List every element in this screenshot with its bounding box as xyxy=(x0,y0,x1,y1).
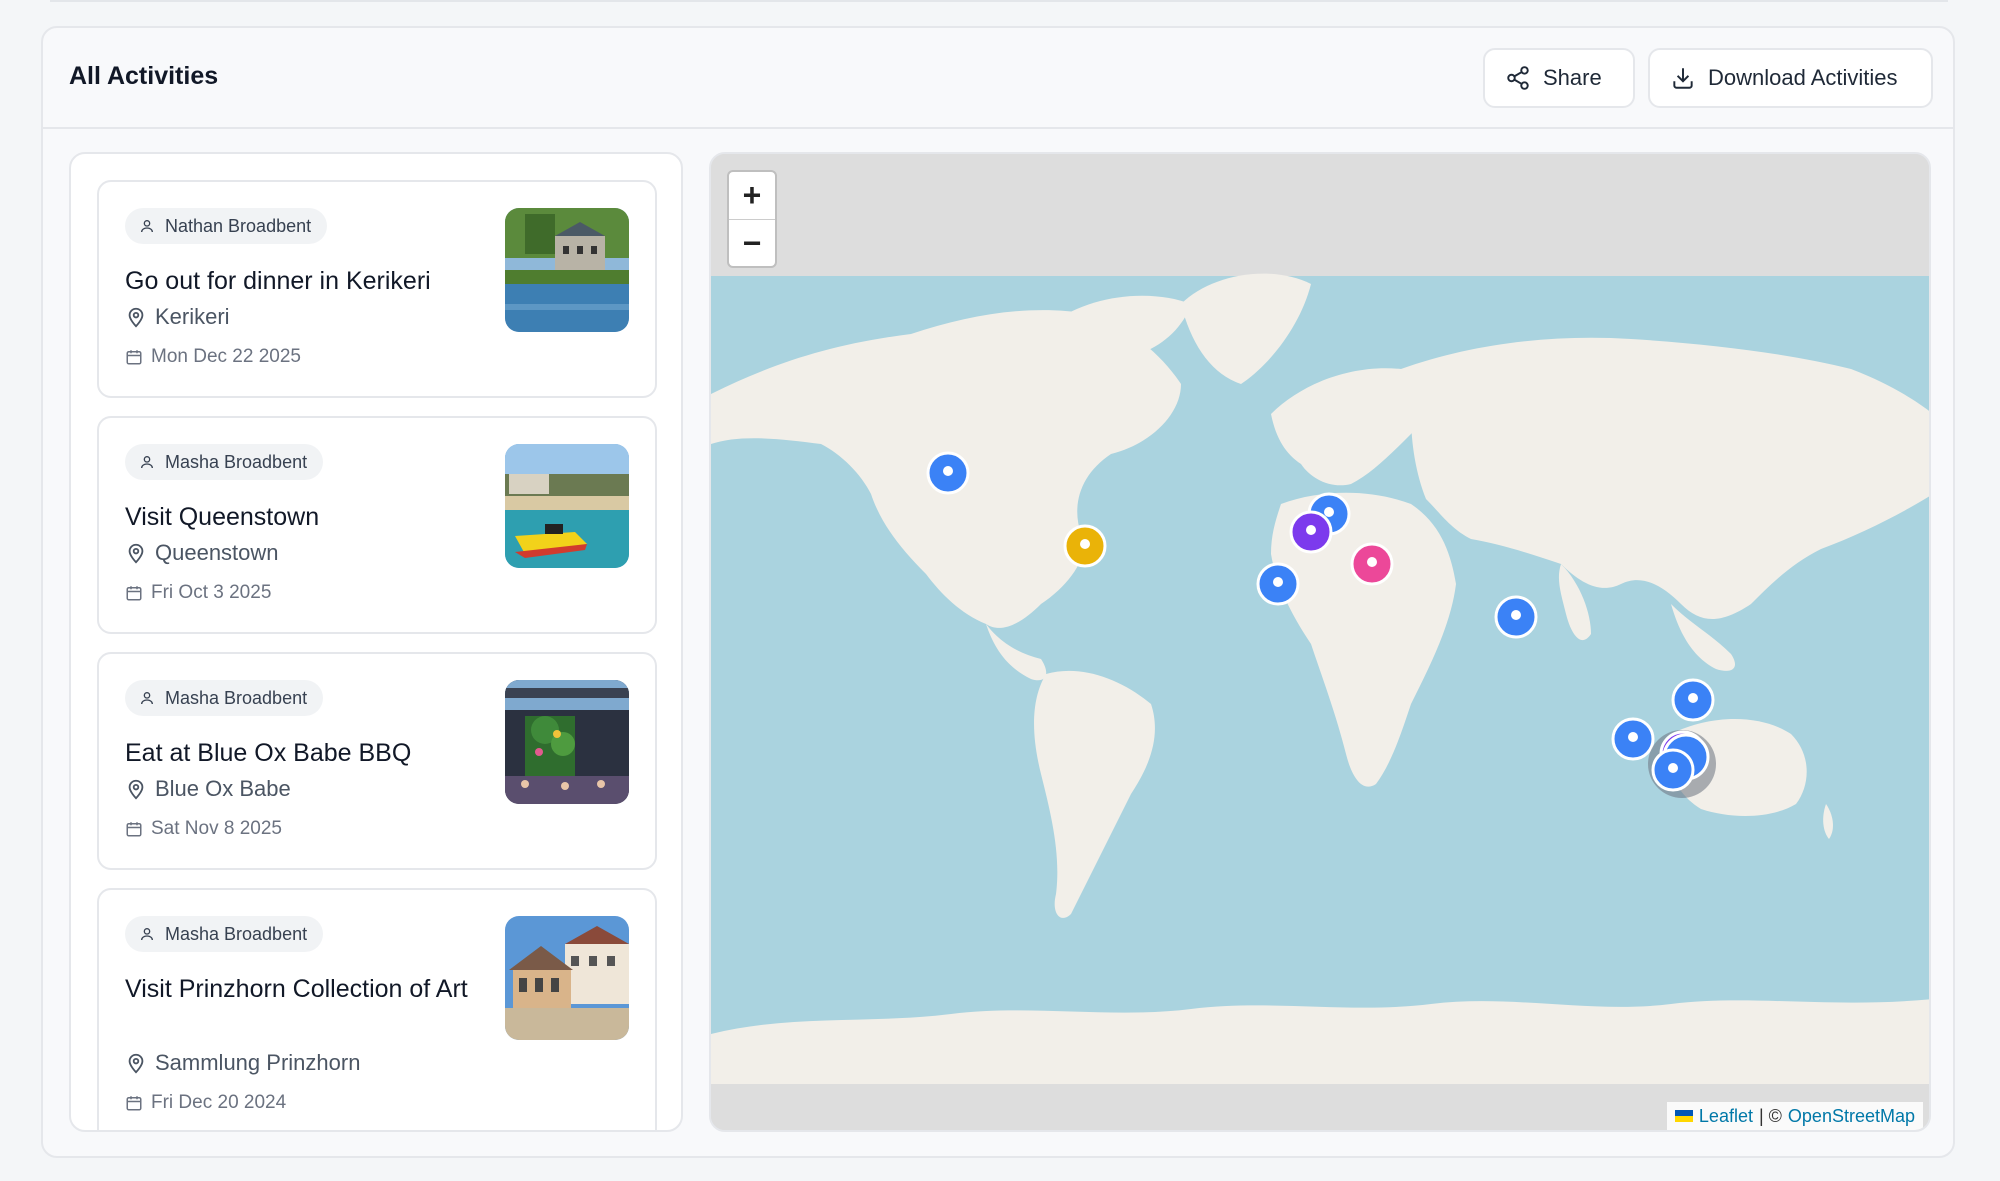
person-name: Masha Broadbent xyxy=(165,451,308,472)
page-title: All Activities xyxy=(69,62,219,90)
activity-card[interactable]: Nathan Broadbent Go out for dinner in Ke… xyxy=(97,180,657,398)
activities-map[interactable]: + − Leaflet | © OpenStreetMap xyxy=(709,152,1931,1132)
map-marker[interactable] xyxy=(1671,678,1715,722)
location-label: Sammlung Prinzhorn xyxy=(155,1050,361,1075)
map-marker[interactable] xyxy=(1063,524,1107,568)
user-icon xyxy=(141,692,153,705)
share-button[interactable]: Share xyxy=(1483,48,1635,108)
map-attribution: Leaflet | © OpenStreetMap xyxy=(1666,1102,1923,1130)
activity-date: Sat Nov 8 2025 xyxy=(125,818,282,840)
panel-header: All Activities Share Download Activities xyxy=(43,28,1953,129)
openstreetmap-link[interactable]: OpenStreetMap xyxy=(1788,1106,1915,1127)
map-marker[interactable] xyxy=(1494,595,1538,639)
map-marker[interactable] xyxy=(926,451,970,495)
activity-date: Fri Dec 20 2024 xyxy=(125,1092,286,1114)
person-name: Masha Broadbent xyxy=(165,687,308,708)
person-name: Nathan Broadbent xyxy=(165,215,312,236)
map-marker[interactable] xyxy=(1256,562,1300,606)
world-map[interactable] xyxy=(711,154,1931,1132)
person-badge: Masha Broadbent xyxy=(125,916,324,952)
marker-cluster[interactable] xyxy=(1648,730,1716,798)
person-name: Masha Broadbent xyxy=(165,923,308,944)
calendar-icon xyxy=(126,350,142,365)
top-divider xyxy=(50,0,1948,2)
user-icon xyxy=(141,456,153,469)
user-icon xyxy=(141,220,153,233)
calendar-icon xyxy=(126,586,142,601)
person-badge: Masha Broadbent xyxy=(125,444,324,480)
zoom-out-button[interactable]: − xyxy=(729,220,775,267)
activity-thumbnail xyxy=(505,208,629,332)
calendar-icon xyxy=(126,822,142,837)
download-activities-button[interactable]: Download Activities xyxy=(1648,48,1933,108)
date-label: Fri Dec 20 2024 xyxy=(151,1092,287,1113)
map-pin-icon xyxy=(128,307,144,328)
activity-location: Kerikeri xyxy=(125,304,230,330)
activity-location: Queenstown xyxy=(125,540,279,566)
activity-thumbnail xyxy=(505,444,629,568)
zoom-control: + − xyxy=(727,170,777,268)
attribution-separator: | © xyxy=(1758,1105,1782,1126)
activity-card[interactable]: Masha Broadbent Visit Queenstown Queenst… xyxy=(97,416,657,634)
activity-card[interactable]: Masha Broadbent Visit Prinzhorn Collecti… xyxy=(97,888,657,1130)
person-badge: Nathan Broadbent xyxy=(125,208,328,244)
location-label: Queenstown xyxy=(155,540,279,565)
date-label: Fri Oct 3 2025 xyxy=(151,582,272,603)
calendar-icon xyxy=(126,1096,142,1111)
share-icon xyxy=(1507,66,1529,90)
zoom-in-button[interactable]: + xyxy=(729,172,775,220)
download-icon xyxy=(1673,68,1693,89)
date-label: Sat Nov 8 2025 xyxy=(151,818,282,839)
map-pin-icon xyxy=(128,543,144,564)
map-pin-icon xyxy=(128,1053,144,1074)
download-label: Download Activities xyxy=(1708,65,1898,90)
activity-list: Nathan Broadbent Go out for dinner in Ke… xyxy=(69,152,683,1132)
leaflet-link[interactable]: Leaflet xyxy=(1699,1106,1753,1127)
activity-title: Visit Prinzhorn Collection of Art xyxy=(125,975,468,1003)
date-label: Mon Dec 22 2025 xyxy=(151,346,301,367)
activity-title: Eat at Blue Ox Babe BBQ xyxy=(125,739,412,767)
share-label: Share xyxy=(1543,65,1602,90)
person-badge: Masha Broadbent xyxy=(125,680,324,716)
location-label: Blue Ox Babe xyxy=(155,776,291,801)
map-marker[interactable] xyxy=(1611,717,1655,761)
activity-location: Blue Ox Babe xyxy=(125,776,291,802)
activity-location: Sammlung Prinzhorn xyxy=(125,1050,360,1076)
activity-card[interactable]: Masha Broadbent Eat at Blue Ox Babe BBQ … xyxy=(97,652,657,870)
map-marker[interactable] xyxy=(1289,510,1333,554)
activity-date: Mon Dec 22 2025 xyxy=(125,346,301,368)
activity-thumbnail xyxy=(505,916,629,1040)
location-label: Kerikeri xyxy=(155,304,230,329)
activity-title: Visit Queenstown xyxy=(125,503,320,531)
activity-date: Fri Oct 3 2025 xyxy=(125,582,271,604)
activities-panel: All Activities Share Download Activities… xyxy=(41,26,1955,1158)
ukraine-flag-icon xyxy=(1674,1110,1693,1122)
map-pin-icon xyxy=(128,779,144,800)
user-icon xyxy=(141,928,153,941)
activity-thumbnail xyxy=(505,680,629,804)
activity-title: Go out for dinner in Kerikeri xyxy=(125,267,431,295)
map-marker[interactable] xyxy=(1350,542,1394,586)
